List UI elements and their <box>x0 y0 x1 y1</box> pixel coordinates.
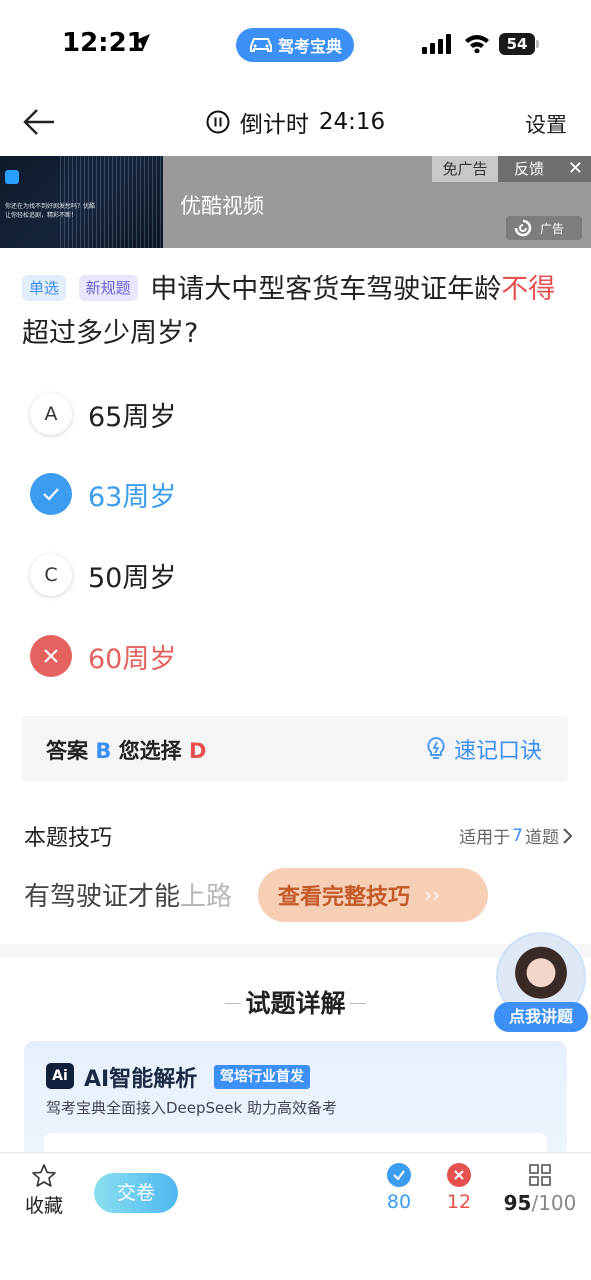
ad-feedback-label: 反馈 <box>514 160 545 178</box>
tips-apply-count: 7 <box>512 825 523 846</box>
status-bar: 12:21 驾考宝典 54 <box>0 0 591 90</box>
ad-title[interactable]: 优酷视频 <box>180 190 264 220</box>
option-d-text: 60周岁 <box>88 643 177 675</box>
ad-thumbnail-text: 你还在为找不到好剧发愁吗？优酷让你轻松追剧，精彩不断！ <box>5 203 96 219</box>
ad-thumbnail[interactable]: 你还在为找不到好剧发愁吗？优酷让你轻松追剧，精彩不断！ <box>0 156 163 248</box>
pause-icon <box>206 110 230 134</box>
answer-label: 答案 <box>46 739 88 763</box>
battery-level: 54 <box>499 33 535 55</box>
option-a-text: 65周岁 <box>88 401 177 433</box>
option-c-text: 50周岁 <box>88 562 177 594</box>
tips-title: 本题技巧 <box>24 826 113 851</box>
ai-teacher-button[interactable]: 点我讲题 <box>494 932 588 1032</box>
youku-logo-icon <box>5 170 19 184</box>
option-d[interactable]: 60周岁 <box>30 634 176 678</box>
nav-bar: 倒计时 24:16 设置 <box>0 95 591 153</box>
progress-grid-button[interactable]: 95/100 <box>500 1163 580 1215</box>
view-full-tips-button[interactable]: 查看完整技巧 ›› <box>258 868 488 922</box>
lightbulb-icon <box>427 737 445 759</box>
wifi-icon <box>465 35 489 53</box>
correct-count[interactable]: 80 <box>374 1163 424 1213</box>
star-icon <box>32 1164 56 1187</box>
detail-title-text: 试题详解 <box>245 989 346 1018</box>
ai-card-subtitle: 驾考宝典全面接入DeepSeek 助力高效备考 <box>46 1099 337 1117</box>
tips-apply-suffix: 道题 <box>525 828 559 848</box>
option-c[interactable]: C 50周岁 <box>30 553 176 597</box>
favorite-button[interactable]: 收藏 <box>22 1163 66 1218</box>
remove-ads-button[interactable]: 免广告 <box>432 156 498 182</box>
option-a-letter: A <box>30 393 72 435</box>
ai-card-badge: 驾培行业首发 <box>214 1065 310 1089</box>
choice-label: 您选择 <box>118 739 182 763</box>
wrong-count-value: 12 <box>446 1191 472 1213</box>
app-badge-label: 驾考宝典 <box>277 37 342 56</box>
wrong-count[interactable]: 12 <box>434 1163 484 1213</box>
close-ad-icon[interactable]: ✕ <box>568 156 583 182</box>
tips-apply-prefix: 适用于 <box>459 828 511 848</box>
car-icon <box>249 38 272 52</box>
favorite-label: 收藏 <box>24 1195 63 1217</box>
tips-apply-link[interactable]: 适用于 7 道题 <box>459 823 573 848</box>
correct-count-value: 80 <box>386 1191 412 1213</box>
battery-tip <box>536 40 539 48</box>
view-full-tips-label: 查看完整技巧 <box>278 885 411 910</box>
progress-total: /100 <box>531 1191 577 1215</box>
ai-analysis-card[interactable]: Ai AI智能解析 驾培行业首发 驾考宝典全面接入DeepSeek 助力高效备考 <box>24 1041 567 1156</box>
answer-value: B <box>95 739 112 763</box>
option-b-text: 63周岁 <box>88 481 177 513</box>
answer-summary: 答案 B 您选择 D <box>46 735 206 765</box>
memo-button[interactable]: 速记口诀 <box>424 733 542 765</box>
chevron-right-icon <box>563 827 573 844</box>
app-badge[interactable]: 驾考宝典 <box>236 28 354 62</box>
answer-bar: 答案 B 您选择 D 速记口诀 <box>22 716 568 782</box>
correct-check-icon <box>387 1163 411 1187</box>
question-highlight: 不得 <box>501 274 556 305</box>
settings-button[interactable]: 设置 <box>525 109 567 139</box>
option-b[interactable]: 63周岁 <box>30 472 176 516</box>
teacher-label: 点我讲题 <box>494 1002 588 1032</box>
ad-feedback-button[interactable]: 反馈 ✕ <box>498 156 591 182</box>
tips-content-visible: 有驾驶证才能 <box>24 882 181 912</box>
countdown-time: 24:16 <box>318 109 386 135</box>
question-type-tag: 单选 <box>22 275 67 301</box>
option-a[interactable]: A 65周岁 <box>30 392 176 436</box>
ai-logo-icon: Ai <box>46 1063 74 1089</box>
tips-content-faded: 上路 <box>180 882 233 912</box>
tips-content: 有驾驶证才能上路 <box>24 876 232 913</box>
cross-icon <box>30 635 72 677</box>
countdown-label: 倒计时 <box>239 112 309 138</box>
ad-tag: 广告 <box>506 216 582 240</box>
grid-icon <box>529 1164 551 1186</box>
battery-indicator: 54 <box>499 33 539 55</box>
question-text: 单选 新规题 申请大中型客货车驾驶证年龄不得超过多少周岁? <box>22 268 567 356</box>
ai-card-title: AI智能解析 <box>84 1067 198 1092</box>
new-rule-tag: 新规题 <box>78 275 138 301</box>
ad-tag-label: 广告 <box>540 221 565 236</box>
progress-done: 95 <box>503 1191 532 1215</box>
bottom-bar: 收藏 交卷 80 12 95/100 <box>0 1152 591 1280</box>
double-chevron-icon: ›› <box>424 883 441 907</box>
question-text-before: 申请大中型客货车驾驶证年龄 <box>150 274 502 305</box>
submit-exam-button[interactable]: 交卷 <box>94 1173 178 1213</box>
choice-value: D <box>188 739 207 763</box>
cellular-signal-icon <box>422 34 451 54</box>
wrong-cross-icon <box>447 1163 471 1187</box>
question-text-after: 超过多少周岁? <box>22 318 199 349</box>
memo-label: 速记口诀 <box>453 739 542 764</box>
check-icon <box>30 473 72 515</box>
option-c-letter: C <box>30 554 72 596</box>
ad-network-icon <box>514 219 532 237</box>
location-arrow-icon <box>134 34 150 50</box>
countdown[interactable]: 倒计时 24:16 <box>0 105 591 139</box>
